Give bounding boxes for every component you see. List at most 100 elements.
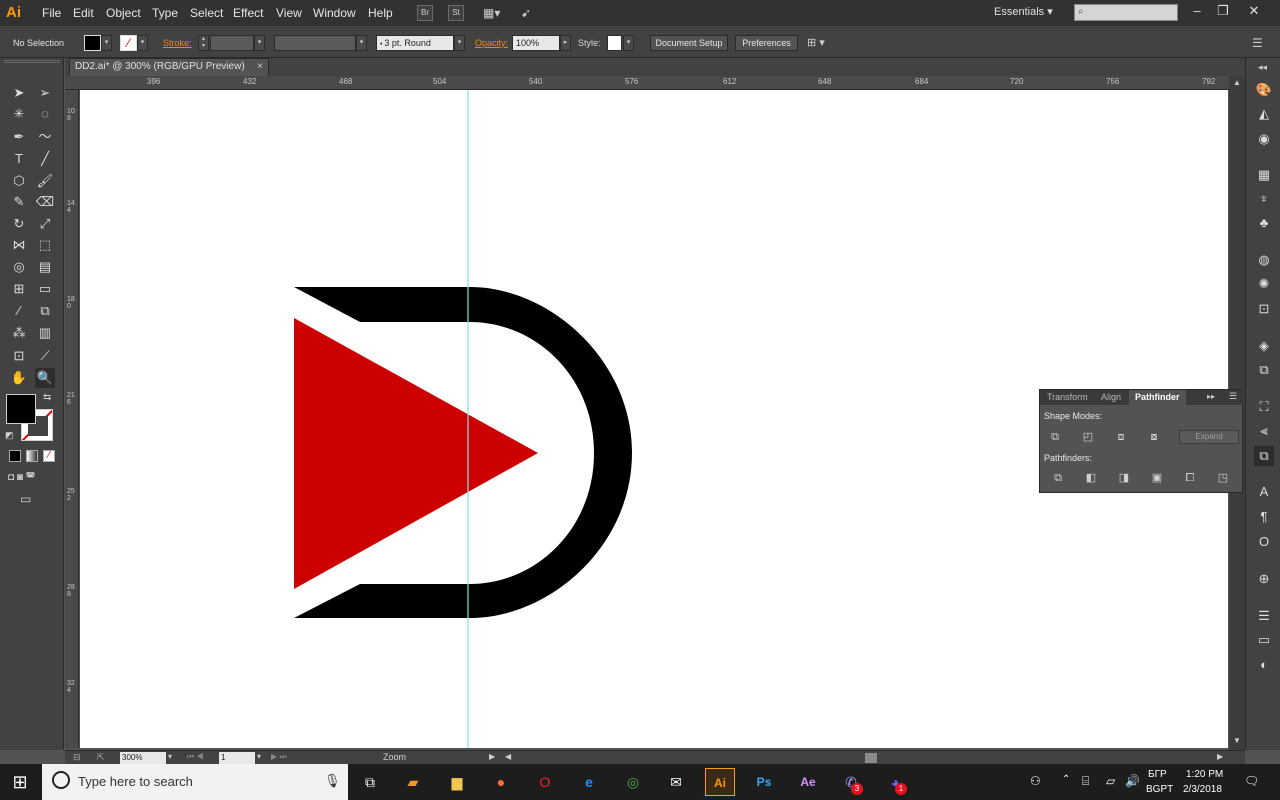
horizontal-ruler[interactable]: 396 432 468 504 540 576 612 648 684 720 … [65, 76, 1245, 90]
menu-file[interactable]: File [42, 5, 61, 21]
scroll-right-icon[interactable]: ▶ [1217, 752, 1223, 761]
transform-icon[interactable]: ⛶ [1254, 397, 1274, 417]
zoom-dropdown-icon[interactable]: ▾ [168, 752, 172, 761]
line-tool-icon[interactable]: ╱ [35, 149, 55, 169]
minus-front-icon[interactable]: ◰ [1080, 430, 1096, 444]
close-icon[interactable]: ✕ [1244, 2, 1264, 22]
pathfinder-icon[interactable]: ⧉ [1254, 446, 1274, 466]
type-tool-icon[interactable]: T [9, 149, 29, 169]
ellipse-tool-icon[interactable]: ⬡ [9, 171, 29, 191]
mail-icon[interactable]: ✉ [661, 768, 691, 796]
color-themes-icon[interactable]: ◉ [1254, 129, 1274, 149]
menu-object[interactable]: Object [106, 5, 141, 21]
slice-tool-icon[interactable]: ⟋ [35, 346, 55, 366]
show-hidden-icons[interactable]: ⌃ [1062, 774, 1070, 785]
appearance-icon[interactable]: ✺ [1254, 274, 1274, 294]
character-icon[interactable]: A [1254, 482, 1274, 502]
chrome-icon[interactable]: ◎ [618, 768, 648, 796]
opacity-dropdown[interactable]: ▸ [560, 35, 571, 51]
menu-select[interactable]: Select [190, 5, 223, 21]
paintbrush-tool-icon[interactable]: 🖌 [35, 171, 55, 191]
merge-icon[interactable]: ◨ [1116, 471, 1132, 485]
color-guide-icon[interactable]: ◭ [1254, 104, 1274, 124]
panel-menu-icon[interactable]: ☰ [1252, 35, 1268, 51]
menu-help[interactable]: Help [368, 5, 393, 21]
volume-icon[interactable]: 🔊 [1125, 774, 1140, 788]
opacity-field[interactable]: 100% [512, 35, 560, 51]
shape-builder-tool-icon[interactable]: ◎ [9, 257, 29, 277]
minus-back-icon[interactable]: ◳ [1215, 471, 1231, 485]
screen-mode-icon[interactable]: ▭ [20, 492, 40, 506]
collapse-panel-icon[interactable]: ▸▸ [1207, 392, 1215, 401]
arrange-icon[interactable]: ⊞ ▾ [807, 35, 835, 51]
libraries-icon[interactable]: ◍ [1254, 250, 1274, 270]
status-menu-icon[interactable]: ▶ [489, 752, 495, 761]
mesh-tool-icon[interactable]: ⊞ [9, 279, 29, 299]
color-panel-icon[interactable]: 🎨 [1254, 80, 1274, 100]
zoom-level-field[interactable]: 300% [120, 752, 166, 764]
trim-icon[interactable]: ◧ [1083, 471, 1099, 485]
menu-edit[interactable]: Edit [73, 5, 94, 21]
column-graph-tool-icon[interactable]: ▥ [35, 323, 55, 343]
curvature-tool-icon[interactable]: 〜 [35, 127, 55, 147]
fill-swatch[interactable] [84, 35, 101, 51]
artboard-dropdown-icon[interactable]: ▾ [257, 752, 261, 761]
bridge-button[interactable]: Br [417, 5, 433, 21]
artboard-tool-icon[interactable]: ⊡ [9, 346, 29, 366]
task-view-icon[interactable]: ⧉ [355, 768, 385, 796]
gradient-mode-icon[interactable] [26, 450, 38, 462]
action-center-icon[interactable]: 🗨 [1244, 774, 1259, 788]
align-icon[interactable]: ⫷ [1254, 421, 1274, 441]
scroll-up-icon[interactable]: ▲ [1233, 78, 1241, 87]
blend-tool-icon[interactable]: ⧉ [35, 301, 55, 321]
photoshop-taskbar-icon[interactable]: Ps [749, 768, 779, 796]
direct-selection-tool-icon[interactable]: ➢ [35, 83, 55, 103]
opera-icon[interactable]: O [530, 768, 560, 796]
unite-icon[interactable]: ⧉ [1047, 430, 1063, 444]
outline-icon[interactable]: ⧠ [1182, 471, 1198, 485]
keyboard-layout[interactable]: BGPT [1146, 784, 1173, 795]
expand-button[interactable]: Expand [1179, 430, 1239, 444]
firefox-icon[interactable]: ● [486, 768, 516, 796]
workspace-switcher[interactable]: Essentials ▾ [994, 5, 1053, 18]
microphone-icon[interactable]: 🎙 [324, 773, 341, 789]
stroke-weight-stepper[interactable]: ▴ ▾ [198, 35, 209, 51]
play-triangle-shape[interactable] [294, 318, 538, 589]
opacity-label[interactable]: Opacity: [475, 38, 508, 48]
free-transform-tool-icon[interactable]: ⬚ [35, 235, 55, 255]
gradient-panel-icon[interactable]: ▭ [1254, 630, 1274, 650]
close-tab-icon[interactable]: × [257, 59, 263, 75]
hand-tool-icon[interactable]: ✋ [9, 368, 29, 388]
symbols-icon[interactable]: ♣ [1254, 213, 1274, 233]
panel-options-icon[interactable]: ☰ [1229, 391, 1237, 402]
transparency-icon[interactable]: ◐ [1254, 655, 1274, 675]
stroke-panel-icon[interactable]: ☰ [1254, 606, 1274, 626]
stroke-weight-field[interactable] [210, 35, 254, 51]
file-explorer-icon[interactable]: ▆ [442, 768, 472, 796]
artboards-icon[interactable]: ⧉ [1254, 360, 1274, 380]
clock-time[interactable]: 1:20 PM [1186, 769, 1223, 780]
horizontal-scroll-thumb[interactable] [865, 753, 877, 763]
scale-tool-icon[interactable]: ⤢ [35, 214, 55, 234]
paragraph-icon[interactable]: ¶ [1254, 507, 1274, 527]
clock-date[interactable]: 2/3/2018 [1183, 784, 1222, 795]
navigator-icon[interactable]: ⊕ [1254, 569, 1274, 589]
network-icon[interactable]: ⌸ [1082, 774, 1089, 789]
perspective-grid-tool-icon[interactable]: ▤ [35, 257, 55, 277]
tab-align[interactable]: Align [1095, 390, 1127, 405]
sublime-text-icon[interactable]: ▰ [398, 768, 428, 796]
first-artboard-icon[interactable]: ⏮ ◀ [187, 752, 204, 762]
graphic-styles-icon[interactable]: ⊡ [1254, 299, 1274, 319]
profile-dropdown[interactable]: ▾ [356, 35, 367, 51]
edge-icon[interactable]: e [574, 768, 604, 796]
scroll-down-icon[interactable]: ▼ [1233, 736, 1241, 745]
stroke-label[interactable]: Stroke: [163, 38, 192, 48]
crop-icon[interactable]: ▣ [1149, 471, 1165, 485]
eyedropper-tool-icon[interactable]: ⁄ [9, 301, 29, 321]
collapse-dock-icon[interactable]: ◂◂ [1258, 62, 1267, 73]
windows-start-icon[interactable]: ⊞ [0, 764, 40, 800]
stroke-dropdown[interactable]: ▾ [137, 35, 148, 51]
default-colors-icon[interactable]: ◩ [5, 430, 14, 441]
help-search-input[interactable]: ⌕ [1074, 4, 1178, 21]
stroke-swatch[interactable]: ⁄ [120, 35, 137, 51]
